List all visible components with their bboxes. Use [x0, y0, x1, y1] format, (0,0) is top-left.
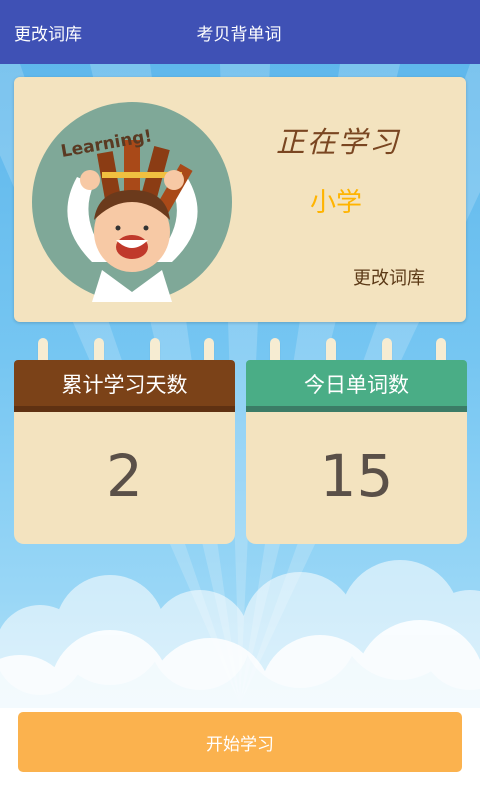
top-app-bar: 更改词库 考贝背单词 — [0, 0, 480, 64]
cumulative-days-body: 2 — [14, 412, 235, 544]
today-words-card: 今日单词数 15 — [246, 338, 467, 544]
current-level: 小学 — [310, 188, 363, 218]
start-learning-button[interactable]: 开始学习 — [18, 712, 462, 772]
cumulative-days-value: 2 — [106, 442, 143, 510]
today-words-value: 15 — [319, 442, 394, 510]
today-words-body: 15 — [246, 412, 467, 544]
learning-status-label: 正在学习 — [276, 125, 401, 159]
cumulative-days-card: 累计学习天数 2 — [14, 338, 235, 544]
cumulative-days-label: 累计学习天数 — [14, 360, 235, 412]
change-wordbank-link[interactable]: 更改词库 — [353, 264, 425, 290]
learning-avatar-illustration: Learning! — [32, 102, 232, 302]
current-learning-card: Learning! 正在学习 小学 更改词库 — [14, 77, 466, 322]
today-words-label: 今日单词数 — [246, 360, 467, 412]
app-title: 考贝背单词 — [196, 25, 282, 45]
